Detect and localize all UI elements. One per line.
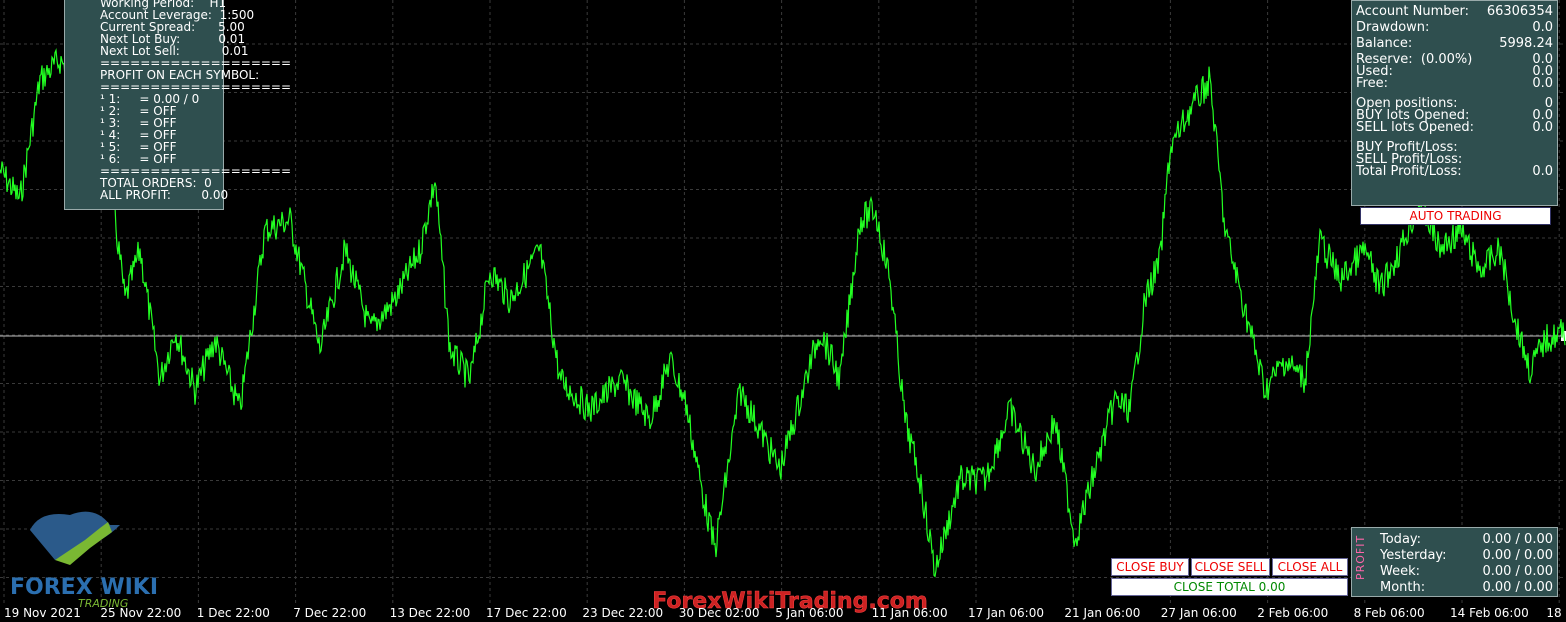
profit-row-label: Yesterday: bbox=[1380, 548, 1447, 563]
profit-row-label: Week: bbox=[1380, 564, 1420, 579]
time-axis-label: 8 Feb 06:00 bbox=[1353, 606, 1425, 620]
account-row-value: 0.0 bbox=[1532, 164, 1553, 179]
time-axis-label: 17 Jan 06:00 bbox=[968, 606, 1044, 620]
profit-row-value: 0.00 / 0.00 bbox=[1482, 580, 1553, 595]
profit-panel: PROFIT Today: 0.00 / 0.00 Yesterday: 0.00 /… bbox=[1351, 527, 1558, 597]
time-axis-label: 5 Jan 06:00 bbox=[775, 606, 844, 620]
time-axis-label: 18 Fe bbox=[1546, 606, 1566, 620]
time-axis-label: 13 Dec 22:00 bbox=[389, 606, 471, 620]
time-axis-label: 11 Jan 06:00 bbox=[871, 606, 948, 620]
account-row-label: Account Number: bbox=[1356, 4, 1469, 19]
time-axis-label: 17 Dec 22:00 bbox=[486, 606, 567, 620]
profit-side-label: PROFIT bbox=[1354, 534, 1367, 580]
time-axis-label: 27 Jan 06:00 bbox=[1160, 606, 1237, 620]
profit-row-value: 0.00 / 0.00 bbox=[1482, 564, 1553, 579]
time-axis-label: 30 Dec 02:00 bbox=[678, 606, 760, 620]
forexwiki-logo: FOREX WIKI TRADING bbox=[10, 511, 158, 610]
account-row-label: Total Profit/Loss: bbox=[1356, 164, 1462, 179]
close-buy-button[interactable]: CLOSE BUY bbox=[1111, 558, 1189, 576]
profit-row-value: 0.00 / 0.00 bbox=[1482, 532, 1553, 547]
close-total-button[interactable]: CLOSE TOTAL 0.00 bbox=[1111, 578, 1348, 596]
profit-row-label: Today: bbox=[1380, 532, 1422, 547]
time-axis-label: 25 Nov 22:00 bbox=[100, 606, 182, 620]
profit-row-value: 0.00 / 0.00 bbox=[1482, 548, 1553, 563]
time-axis-label: 2 Feb 06:00 bbox=[1257, 606, 1329, 620]
account-row-label: Free: bbox=[1356, 76, 1388, 91]
time-axis-label: 14 Feb 06:00 bbox=[1450, 606, 1529, 620]
account-row-value: 5998.24 bbox=[1499, 36, 1553, 51]
time-axis-label: 1 Dec 22:00 bbox=[196, 606, 270, 620]
close-all-button[interactable]: CLOSE ALL bbox=[1272, 558, 1348, 576]
account-row-value: 66306354 bbox=[1486, 4, 1553, 19]
time-axis-label: 23 Dec 22:00 bbox=[582, 606, 664, 620]
close-sell-button[interactable]: CLOSE SELL bbox=[1191, 558, 1270, 576]
time-axis-label: 21 Jan 06:00 bbox=[1064, 606, 1141, 620]
time-axis-label: 7 Dec 22:00 bbox=[293, 606, 367, 620]
account-row-value: 0.0 bbox=[1532, 120, 1553, 135]
account-row-label: Drawdown: bbox=[1356, 20, 1430, 35]
account-row-label: SELL lots Opened: bbox=[1356, 120, 1475, 135]
info-panel: Working Period: H1 Account Leverage: 1:50… bbox=[64, 0, 291, 210]
account-row-value: 0.0 bbox=[1532, 20, 1553, 35]
info-line: ALL PROFIT: 0.00 bbox=[100, 188, 229, 202]
price-series-line bbox=[0, 48, 1566, 578]
profit-row-label: Month: bbox=[1380, 580, 1426, 595]
account-row-label: Balance: bbox=[1356, 36, 1413, 51]
account-row-value: 0.0 bbox=[1532, 76, 1553, 91]
auto-trading-button[interactable]: AUTO TRADING bbox=[1360, 207, 1551, 225]
time-axis-label: 19 Nov 2021 bbox=[4, 606, 81, 620]
account-panel: Account Number: 66306354 Drawdown: 0.0 Balan… bbox=[1351, 0, 1558, 206]
